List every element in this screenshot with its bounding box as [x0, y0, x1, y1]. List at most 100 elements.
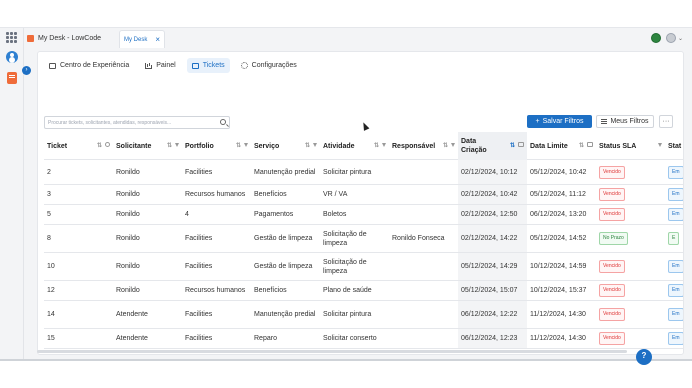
cell-status: Em [665, 301, 683, 328]
status-indicator-icon[interactable] [651, 33, 661, 43]
status-badge: Em [668, 332, 683, 345]
cell-responsavel [389, 281, 458, 300]
profile-menu[interactable]: ⌄ [666, 33, 683, 43]
cell-text: Solicitar pintura [323, 168, 372, 176]
cell-status-sla: Vencido [596, 301, 665, 328]
cell-data-criacao: 02/12/2024, 12:50 [458, 205, 527, 224]
column-header-responsavel[interactable]: Responsável ⇅ [389, 132, 458, 160]
cell-ticket: 10 [44, 253, 113, 280]
table-row[interactable]: 14 Atendente Facilities Manutenção predial S… [44, 301, 683, 329]
filter-icon[interactable] [313, 143, 317, 147]
sort-icon[interactable]: ⇅ [236, 142, 241, 149]
sort-desc-icon[interactable]: ⇅ [510, 142, 515, 149]
calendar-icon[interactable] [587, 142, 593, 147]
cell-text: 5 [47, 211, 51, 218]
sort-icon[interactable]: ⇅ [167, 142, 172, 149]
cell-text: Ronildo [116, 263, 140, 270]
cell-data-criacao: 02/12/2024, 10:12 [458, 160, 527, 184]
bottom-divider [0, 359, 692, 361]
column-header-label: Stat [668, 142, 682, 150]
sort-icon[interactable]: ⇅ [443, 142, 448, 149]
main-panel: Centro de Experiência Painel Tickets Con… [37, 51, 684, 355]
sort-icon[interactable]: ⇅ [305, 142, 310, 149]
sla-badge: Vencido [599, 208, 625, 221]
table-row[interactable]: 12 Ronildo Recursos humanos Benefícios Plano… [44, 281, 683, 301]
close-icon[interactable]: × [155, 35, 160, 44]
app-tab[interactable]: My Desk - LowCode [24, 28, 116, 48]
tab-tickets[interactable]: Tickets [186, 58, 230, 73]
sort-icon[interactable]: ⇅ [374, 142, 379, 149]
cell-text: 10/12/2024, 15:37 [530, 287, 587, 294]
cell-status: Em [665, 185, 683, 204]
sort-icon[interactable]: ⇅ [97, 142, 102, 149]
cell-servico: Pagamentos [251, 205, 320, 224]
column-header-label: Solicitante [116, 142, 152, 150]
cell-data-criacao: 06/12/2024, 12:23 [458, 329, 527, 348]
tab-configuracoes[interactable]: Configurações [236, 58, 302, 73]
filter-icon[interactable] [244, 143, 248, 147]
cell-data-criacao: 02/12/2024, 10:42 [458, 185, 527, 204]
filter-icon[interactable] [382, 143, 386, 147]
save-filters-button[interactable]: + Salvar Filtros [527, 115, 592, 128]
help-button[interactable] [636, 349, 652, 365]
cell-text: 02/12/2024, 14:22 [461, 235, 518, 242]
cell-text: Ronildo [116, 287, 140, 294]
table-row[interactable]: 15 Atendente Facilities Reparo Solicitar con… [44, 329, 683, 349]
filter-icon[interactable] [175, 143, 179, 147]
table-row[interactable]: 2 Ronildo Facilities Manutenção predial Soli… [44, 160, 683, 185]
column-header-portfolio[interactable]: Portfolio ⇅ [182, 132, 251, 160]
column-header-label: Atividade [323, 142, 355, 150]
cell-text: Boletos [323, 211, 347, 218]
search-field[interactable] [44, 116, 230, 129]
sort-icon[interactable]: ⇅ [579, 142, 584, 149]
column-header-servico[interactable]: Serviço ⇅ [251, 132, 320, 160]
cell-solicitante: Ronildo [113, 253, 182, 280]
cell-atividade: Solicitação de limpeza [320, 253, 389, 280]
column-header-status[interactable]: Stat [665, 132, 683, 160]
nav-label: Centro de Experiência [60, 62, 130, 69]
tab-centro-de-experiencia[interactable]: Centro de Experiência [44, 58, 134, 73]
status-badge: Em [668, 260, 683, 273]
tab-my-desk[interactable]: My Desk × [119, 30, 165, 48]
filter-icon[interactable] [451, 143, 455, 147]
search-icon[interactable] [220, 119, 226, 125]
column-header-status-sla[interactable]: Status SLA [596, 132, 665, 160]
tab-painel[interactable]: Painel [140, 58, 180, 73]
cell-text: Ronildo Fonseca [392, 235, 445, 242]
column-header-solicitante[interactable]: Solicitante ⇅ [113, 132, 182, 160]
collapse-rail-button[interactable]: › [22, 66, 31, 75]
cell-status-sla: No Prazo [596, 225, 665, 252]
document-icon[interactable] [7, 72, 17, 84]
column-header-atividade[interactable]: Atividade ⇅ [320, 132, 389, 160]
cell-solicitante: Ronildo [113, 281, 182, 300]
cell-text: 05/12/2024, 14:52 [530, 235, 587, 242]
sla-badge: Vencido [599, 332, 625, 345]
table-row[interactable]: 10 Ronildo Facilities Gestão de limpeza Soli… [44, 253, 683, 281]
filter-icon[interactable] [658, 143, 662, 147]
table-row[interactable]: 5 Ronildo 4 Pagamentos Boletos 02/12/2024, 12… [44, 205, 683, 225]
user-circle-icon[interactable] [6, 51, 18, 63]
cell-status-sla: Vencido [596, 160, 665, 184]
calendar-icon[interactable] [518, 142, 524, 147]
apps-grid-icon[interactable] [6, 32, 17, 43]
cell-atividade: Plano de saúde [320, 281, 389, 300]
horizontal-scrollbar[interactable] [37, 350, 627, 353]
column-header-data-criacao[interactable]: Data Criação ⇅ [458, 132, 527, 160]
search-icon[interactable] [105, 142, 110, 147]
table-row[interactable]: 3 Ronildo Recursos humanos Benefícios VR / V… [44, 185, 683, 205]
cell-text: 11/12/2024, 14:30 [530, 311, 586, 318]
my-filters-button[interactable]: Meus Filtros [596, 115, 654, 128]
cell-atividade: Solicitar pintura [320, 301, 389, 328]
column-header-data-limite[interactable]: Data Limite ⇅ [527, 132, 596, 160]
monitor-icon [49, 62, 56, 69]
column-header-ticket[interactable]: Ticket ⇅ [44, 132, 113, 160]
cell-text: 06/12/2024, 13:20 [530, 211, 587, 218]
cell-ticket: 12 [44, 281, 113, 300]
cell-text: 11/12/2024, 14:30 [530, 335, 586, 342]
search-input[interactable] [45, 117, 215, 128]
cell-text: 10 [47, 263, 55, 270]
table-row[interactable]: 8 Ronildo Facilities Gestão de limpeza Solic… [44, 225, 683, 253]
cell-responsavel [389, 205, 458, 224]
cell-servico: Gestão de limpeza [251, 253, 320, 280]
more-options-button[interactable]: ··· [659, 115, 673, 128]
